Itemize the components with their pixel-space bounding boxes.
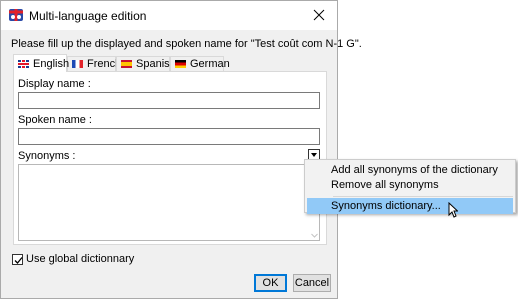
tab-german[interactable]: German — [170, 56, 230, 71]
tab-label: English — [33, 57, 70, 70]
synonyms-label: Synonyms : — [18, 150, 76, 162]
global-dictionary-checkbox[interactable] — [12, 253, 23, 265]
spoken-name-input[interactable] — [18, 128, 320, 145]
display-name-label: Display name : — [18, 78, 91, 90]
title-bar: Multi-language edition — [1, 1, 337, 30]
synonyms-textarea[interactable] — [18, 164, 320, 241]
cancel-button[interactable]: Cancel — [293, 274, 331, 292]
menu-item-add-all-synonyms[interactable]: Add all synonyms of the dictionary — [307, 162, 513, 178]
tab-french[interactable]: French — [67, 56, 121, 71]
tab-panel: Display name : Spoken name : Synonyms : — [13, 71, 327, 245]
instruction-text: Please fill up the displayed and spoken … — [11, 38, 362, 50]
tab-english[interactable]: English — [13, 54, 70, 72]
display-name-input[interactable] — [18, 92, 320, 109]
global-dictionary-label: Use global dictionnary — [26, 253, 135, 265]
window-title: Multi-language edition — [29, 9, 147, 23]
scroll-down-icon[interactable] — [311, 230, 318, 238]
mouse-pointer-icon — [448, 201, 459, 218]
global-dictionary-option[interactable]: Use global dictionnary — [12, 253, 134, 265]
close-icon[interactable] — [310, 6, 328, 24]
uk-flag-icon — [18, 59, 29, 68]
tab-spanish[interactable]: Spanish — [116, 56, 176, 71]
spain-flag-icon — [121, 60, 132, 68]
menu-item-remove-all-synonyms[interactable]: Remove all synonyms — [307, 177, 513, 193]
menu-separator — [333, 196, 513, 197]
germany-flag-icon — [175, 60, 186, 68]
dialog-window: Multi-language edition Please fill up th… — [0, 0, 362, 299]
tab-label: German — [190, 58, 230, 70]
menu-item-synonyms-dictionary[interactable]: Synonyms dictionary... — [307, 198, 513, 214]
ok-button[interactable]: OK — [254, 274, 287, 292]
app-icon — [9, 8, 23, 22]
france-flag-icon — [72, 60, 83, 68]
spoken-name-label: Spoken name : — [18, 114, 92, 126]
synonyms-context-menu: Add all synonyms of the dictionary Remov… — [304, 159, 516, 214]
